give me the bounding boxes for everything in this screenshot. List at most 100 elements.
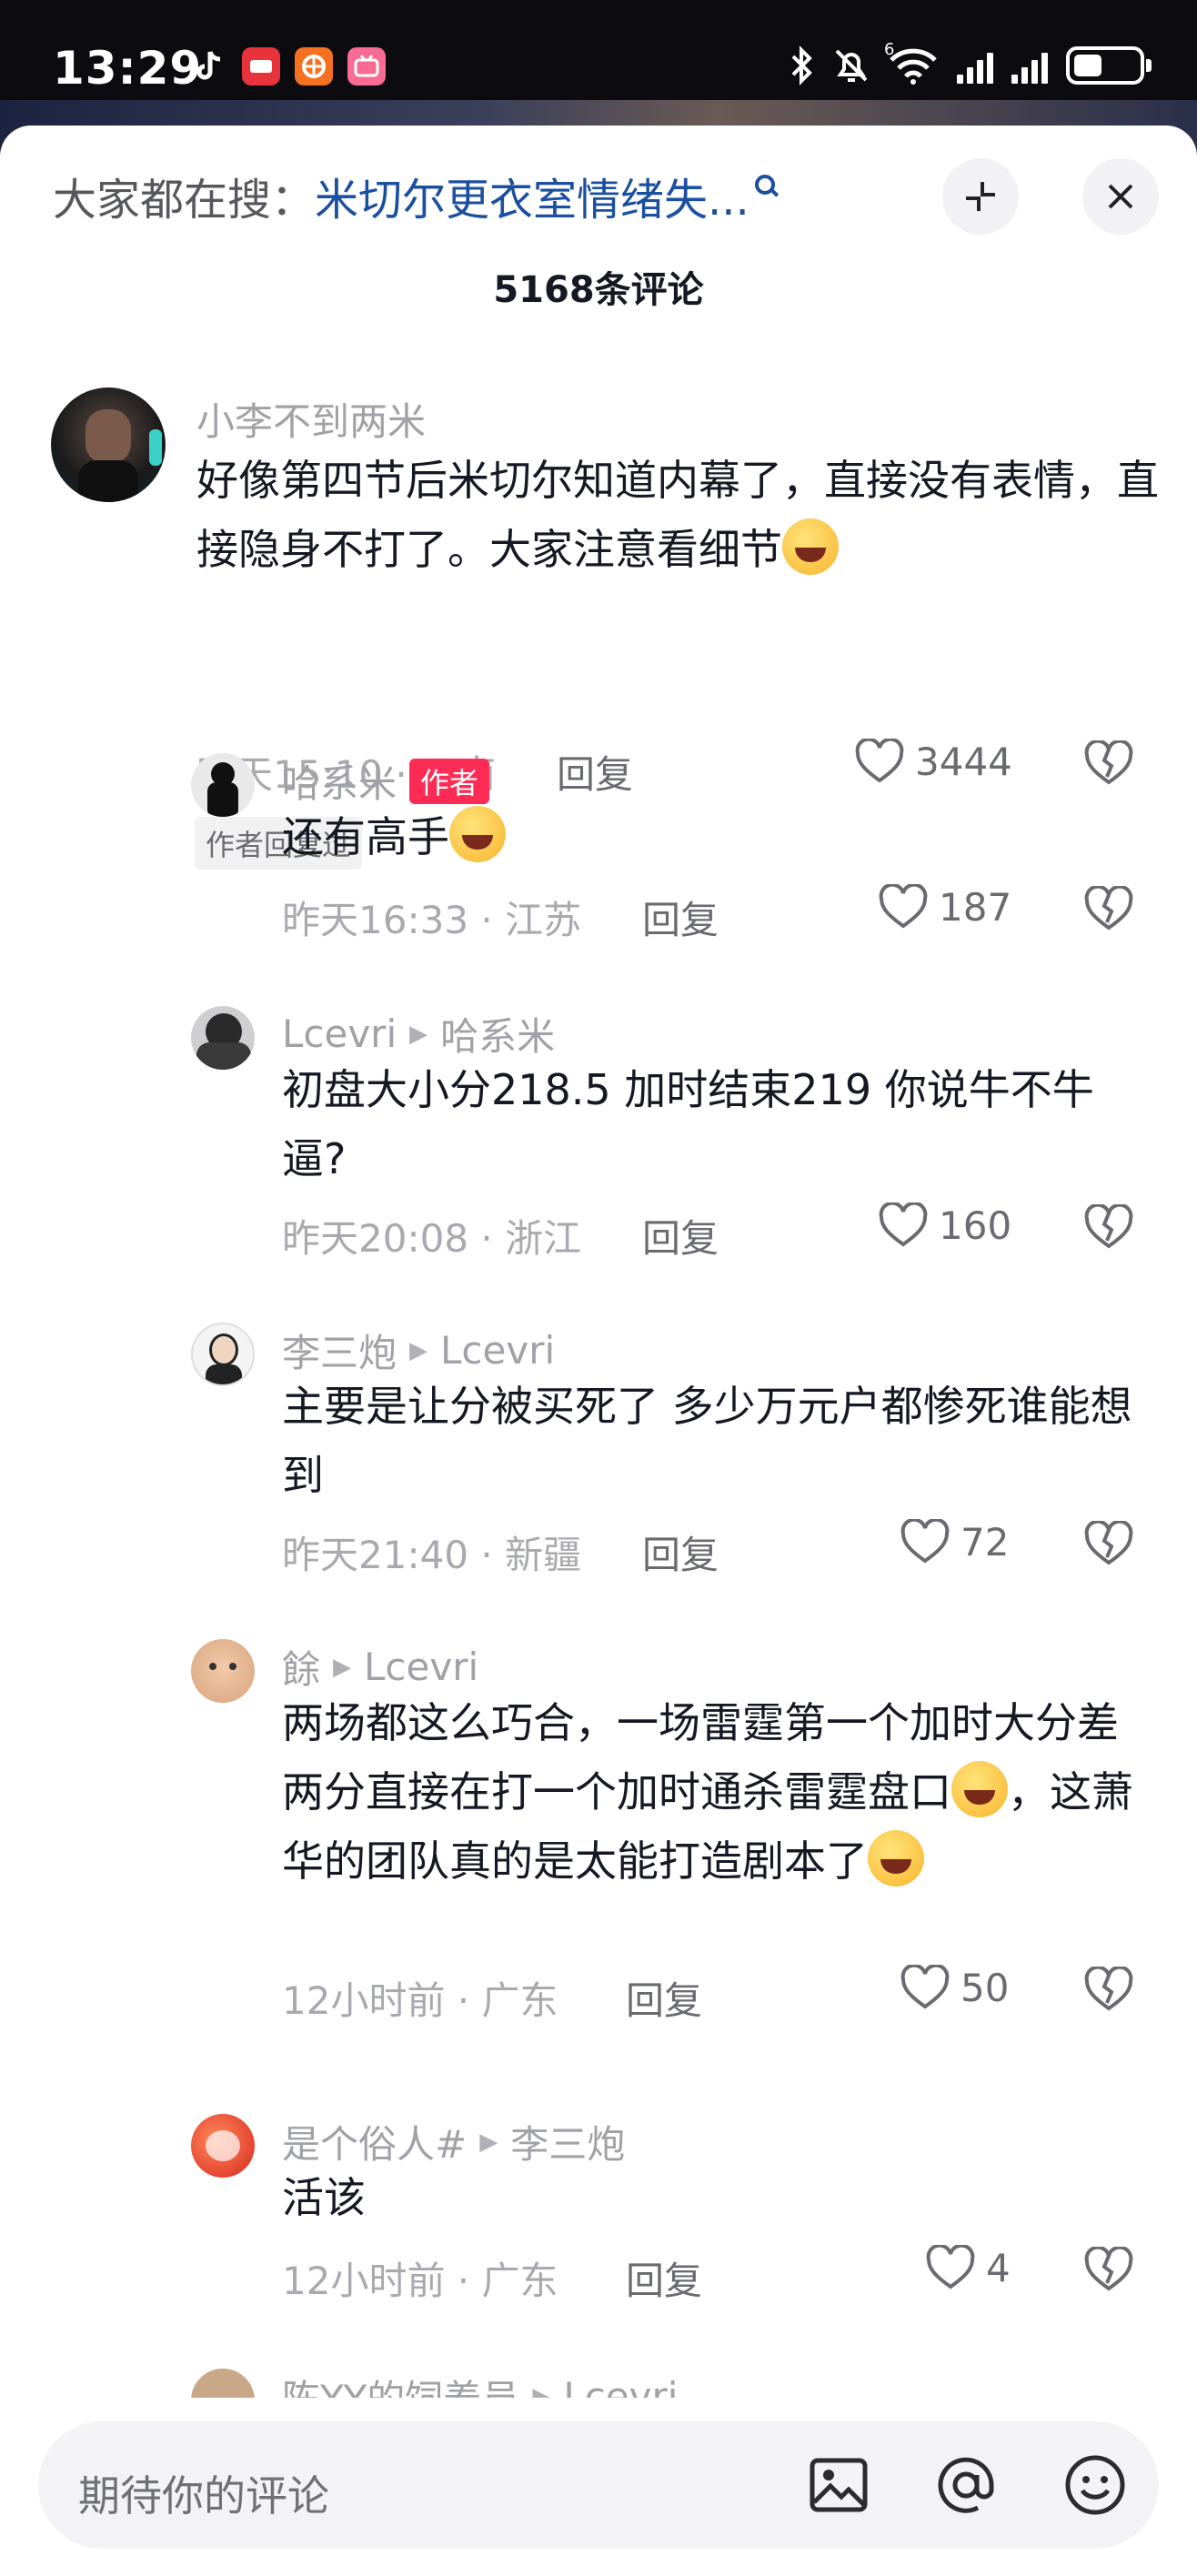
reply-author[interactable]: Lcevri ▶ 哈系米 <box>282 1006 555 1062</box>
search-link[interactable]: 米切尔更衣室情绪失... <box>315 175 749 226</box>
avatar[interactable] <box>191 2369 255 2398</box>
avatar[interactable] <box>191 1006 255 1070</box>
collapse-button[interactable] <box>942 158 1019 235</box>
reply-button[interactable]: 回复 <box>642 890 719 945</box>
like-button[interactable]: 4 <box>926 2245 1011 2290</box>
reply-to-name[interactable]: 哈系米 <box>440 1006 555 1062</box>
battery-level <box>1074 55 1101 76</box>
reply-to-name[interactable]: Lcevri <box>364 1645 478 1689</box>
reply-item: 哈系米 作者 还有高手 昨天16:33 · 江苏 回复 187 <box>0 753 1197 1026</box>
like-button[interactable]: 187 <box>879 884 1011 930</box>
like-count: 4 <box>986 2245 1011 2290</box>
reply-location: 浙江 <box>505 1216 582 1261</box>
reply-author-name[interactable]: 餘 <box>282 1639 320 1695</box>
reply-time: 12小时前 <box>282 2259 446 2303</box>
search-prefix: 大家都在搜： <box>53 175 316 226</box>
reply-time: 昨天20:08 <box>282 1216 469 1261</box>
close-icon <box>1108 184 1133 209</box>
reply-to-name[interactable]: 李三炮 <box>510 2114 625 2169</box>
broken-heart-icon <box>1084 1965 1133 2011</box>
at-icon[interactable] <box>931 2450 1001 2520</box>
heart-icon <box>900 1519 950 1564</box>
reply-item: 陈YY的饲养员 ▶ Lcevri <box>0 2363 1197 2398</box>
comment-text-body: 好像第四节后米切尔知道内幕了，直接没有表情，直接隐身不打了。大家注意看细节 <box>196 456 1159 574</box>
reply-text: 初盘大小分218.5 加时结束219 你说牛不牛逼? <box>282 1065 1094 1183</box>
reply-author[interactable]: 哈系米 作者 <box>282 753 490 809</box>
reply-author[interactable]: 餘 ▶ Lcevri <box>282 1639 478 1695</box>
avatar[interactable] <box>191 753 255 817</box>
reply-to-name[interactable]: Lcevri <box>440 1328 555 1373</box>
dislike-button[interactable] <box>1084 1202 1133 1253</box>
reply-text: 两场都这么巧合，一场雷霆第一个加时大分差两分直接在打一个加时通杀雷霆盘口 ，这萧华… <box>282 1688 1137 1896</box>
reply-arrow-icon: ▶ <box>409 1020 428 1048</box>
broken-heart-icon <box>1084 1202 1133 1249</box>
reply-author[interactable]: 陈YY的饲养员 ▶ Lcevri <box>282 2369 678 2398</box>
reply-arrow-icon: ▶ <box>333 1653 352 1681</box>
avatar[interactable] <box>191 1639 255 1703</box>
close-button[interactable] <box>1082 158 1159 235</box>
dislike-button[interactable] <box>1084 1519 1133 1570</box>
like-count: 72 <box>961 1519 1010 1565</box>
reply-button[interactable]: 回复 <box>642 1208 719 1263</box>
heart-icon <box>926 2245 975 2289</box>
status-time: 13:29 <box>53 42 203 95</box>
crying-emoji-icon <box>951 1761 1008 1817</box>
reply-location: 新疆 <box>505 1533 582 1577</box>
reply-button[interactable]: 回复 <box>626 2250 702 2306</box>
reply-author-name[interactable]: 李三炮 <box>282 1323 397 1378</box>
wifi-icon: 6 <box>884 40 939 86</box>
bluetooth-icon <box>791 45 812 86</box>
crying-emoji-icon <box>868 1830 924 1887</box>
like-button[interactable]: 50 <box>900 1965 1009 2010</box>
emoji-icon[interactable] <box>1061 2450 1130 2520</box>
reply-item: 李三炮 ▶ Lcevri 主要是让分被买死了 多少万元户都惨死谁能想到 昨天21:4… <box>0 1323 1197 1632</box>
reply-author-name[interactable]: 哈系米 <box>282 753 397 809</box>
battery-icon <box>1066 46 1152 85</box>
tiktok-icon <box>189 47 227 86</box>
reply-text: 活该 <box>282 2173 366 2222</box>
reply-to-name[interactable]: Lcevri <box>563 2374 678 2398</box>
like-button[interactable]: 160 <box>879 1202 1011 1248</box>
reply-button[interactable]: 回复 <box>626 1970 702 2026</box>
reply-arrow-icon: ▶ <box>409 1336 428 1364</box>
dislike-button[interactable] <box>1084 884 1133 935</box>
author-badge: 作者 <box>409 758 490 804</box>
comment-author[interactable]: 小李不到两米 <box>196 391 426 447</box>
reply-author-name[interactable]: 是个俗人# <box>282 2114 467 2169</box>
dislike-button[interactable] <box>1084 2245 1133 2296</box>
comment-author-name[interactable]: 小李不到两米 <box>196 391 426 447</box>
mute-icon <box>835 49 868 82</box>
reply-time: 昨天21:40 <box>282 1533 469 1577</box>
avatar[interactable] <box>191 1323 255 1386</box>
dislike-button[interactable] <box>1084 1965 1133 2016</box>
heart-icon <box>879 1202 928 1247</box>
avatar[interactable] <box>51 387 166 502</box>
reply-text: 主要是让分被买死了 多少万元户都惨死谁能想到 <box>282 1382 1132 1500</box>
comment-count-title: 5168条评论 <box>493 269 704 311</box>
broken-heart-icon <box>1084 1519 1133 1565</box>
reply-author-name[interactable]: Lcevri <box>282 1011 397 1056</box>
reply-author[interactable]: 是个俗人# ▶ 李三炮 <box>282 2114 625 2169</box>
image-icon[interactable] <box>804 2450 873 2520</box>
reply-author[interactable]: 李三炮 ▶ Lcevri <box>282 1323 555 1378</box>
signal-icon <box>1011 47 1048 84</box>
comments-sheet: 大家都在搜：米切尔更衣室情绪失... 5168条评论 小李不到两米 好像第四节后… <box>0 126 1197 2576</box>
reply-location: 广东 <box>481 1978 558 2023</box>
toutiao-icon <box>242 47 280 86</box>
like-count: 187 <box>939 884 1012 930</box>
like-count: 160 <box>939 1202 1012 1248</box>
collapse-icon <box>966 182 995 211</box>
comment-input-placeholder[interactable]: 期待你的评论 <box>78 2463 329 2523</box>
search-suggestion[interactable]: 大家都在搜：米切尔更衣室情绪失... <box>53 164 871 227</box>
heart-icon <box>900 1965 950 2009</box>
like-button[interactable]: 72 <box>900 1519 1009 1565</box>
search-icon <box>754 175 775 195</box>
like-count: 50 <box>961 1965 1010 2010</box>
reply-button[interactable]: 回复 <box>642 1524 719 1580</box>
comment-input-bar[interactable]: 期待你的评论 <box>38 2421 1159 2549</box>
broken-heart-icon <box>1084 884 1133 931</box>
avatar[interactable] <box>191 2114 255 2178</box>
reply-item: 餘 ▶ Lcevri 两场都这么巧合，一场雷霆第一个加时大分差两分直接在打一个加时通… <box>0 1639 1197 2094</box>
comment-text: 好像第四节后米切尔知道内幕了，直接没有表情，直接隐身不打了。大家注意看细节 <box>196 446 1161 584</box>
reply-author-name[interactable]: 陈YY的饲养员 <box>282 2369 519 2398</box>
